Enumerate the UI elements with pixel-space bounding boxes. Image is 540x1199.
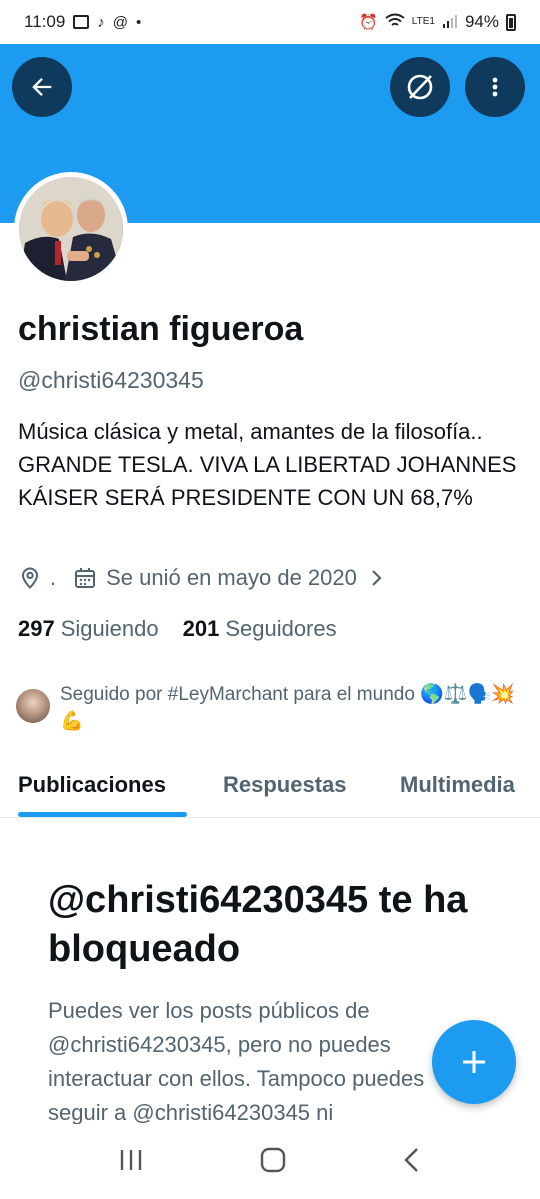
calendar-icon [74,567,96,589]
more-button[interactable] [465,57,525,117]
following-link[interactable]: 297 Siguiendo [18,616,159,642]
grok-icon [407,74,433,100]
profile-handle: @christi64230345 [18,367,204,393]
home-icon [260,1147,286,1173]
dot-icon: • [136,13,142,31]
tab-publicaciones[interactable]: Publicaciones [18,772,166,798]
battery-percent: 94% [464,12,499,31]
compose-button[interactable] [432,1020,516,1104]
more-vertical-icon [492,77,498,97]
followers-link[interactable]: 201 Seguidores [183,616,337,642]
volte-label: LTE1 [411,16,435,27]
profile-meta: . Se unió en mayo de 2020 [18,565,385,591]
profile-tabs: Publicaciones Respuestas Multimedia [0,760,540,818]
profile-joined: Se unió en mayo de 2020 [106,565,357,590]
followers-label: Seguidores [225,616,337,641]
followed-by-text: Seguido por #LeyMarchant para el mundo 🌎… [60,684,515,732]
blocked-text: Puedes ver los posts públicos de @christ… [48,998,425,1124]
recent-apps-icon [120,1150,142,1170]
active-tab-indicator [18,812,187,817]
follower-avatar [14,687,52,725]
profile-bio: Música clásica y metal, amantes de la fi… [18,419,517,510]
tab-multimedia[interactable]: Multimedia [400,772,515,798]
following-label: Siguiendo [60,616,159,641]
tiktok-icon: ♪ [97,13,105,31]
signal-icon [442,13,458,32]
grok-button[interactable] [390,57,450,117]
status-time: 11:09 [24,12,66,31]
status-bar: 11:09 ♪ @ • ⏰ LTE1 94% [0,0,540,44]
tab-respuestas[interactable]: Respuestas [223,772,347,798]
battery-icon [506,13,516,31]
home-button[interactable] [260,1147,286,1178]
location-icon [18,566,42,590]
profile-avatar[interactable] [14,172,128,286]
back-nav-button[interactable] [402,1147,422,1178]
alarm-icon: ⏰ [359,13,378,31]
recent-apps-button[interactable] [118,1148,144,1177]
threads-icon: @ [112,13,129,31]
wifi-icon [385,13,405,32]
followed-by[interactable]: Seguido por #LeyMarchant para el mundo 🌎… [14,681,520,735]
back-chevron-icon [404,1148,418,1172]
following-count: 297 [18,616,55,641]
arrow-left-icon [32,78,52,96]
plus-icon [463,1051,485,1073]
profile-location: . [50,565,57,590]
blocked-title: @christi64230345 te ha bloqueado [48,879,468,970]
avatar-photo [19,177,123,281]
back-button[interactable] [12,57,72,117]
follow-stats: 297 Siguiendo 201 Seguidores [18,616,337,642]
gallery-icon [73,15,90,29]
android-nav-bar [0,1126,540,1199]
followers-count: 201 [182,616,220,641]
profile-name: christian figueroa [18,310,304,348]
chevron-right-icon[interactable] [369,568,385,588]
